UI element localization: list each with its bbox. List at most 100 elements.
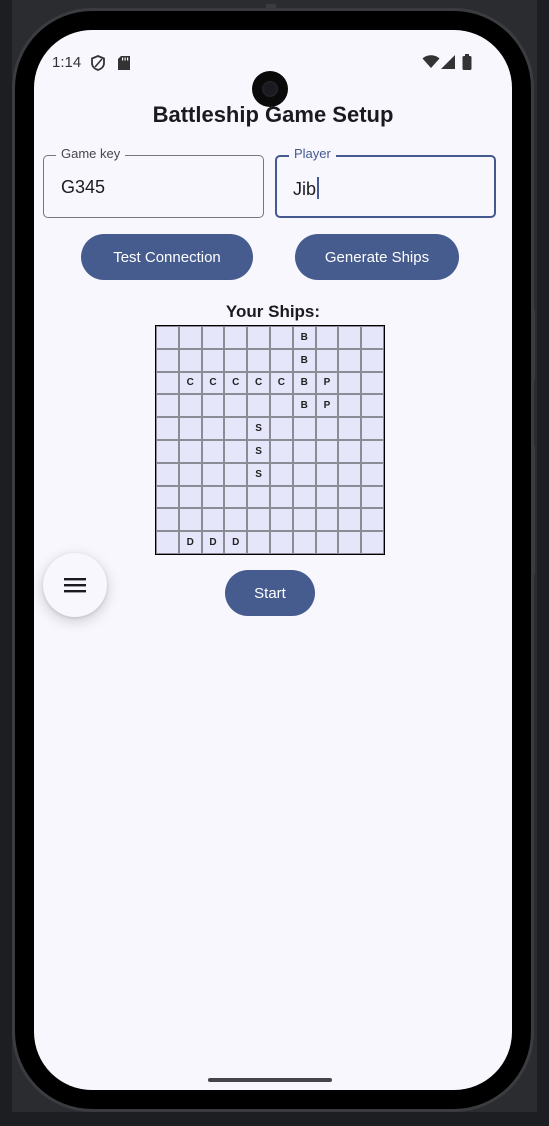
- grid-cell: [224, 508, 248, 532]
- grid-cell: [338, 531, 362, 554]
- grid-cell: [361, 348, 384, 372]
- grid-cell: S: [247, 462, 270, 486]
- grid-cell: C: [224, 371, 248, 395]
- grid-cell: [361, 462, 384, 486]
- home-indicator[interactable]: [208, 1078, 332, 1082]
- grid-cell: C: [269, 371, 293, 395]
- grid-cell: [269, 439, 293, 463]
- grid-cell: [178, 508, 202, 532]
- grid-cell: [224, 326, 248, 349]
- grid-cell: B: [292, 371, 316, 395]
- grid-cell: [338, 462, 362, 486]
- grid-cell: [315, 326, 339, 349]
- grid-cell: [247, 531, 270, 554]
- grid-cell: [178, 462, 202, 486]
- grid-cell: [315, 439, 339, 463]
- grid-cell: D: [178, 531, 202, 554]
- wifi-icon: [422, 55, 440, 68]
- grid-cell: [292, 485, 316, 509]
- game-key-label: Game key: [56, 146, 126, 161]
- right-edge: [537, 0, 549, 1126]
- grid-cell: [361, 531, 384, 554]
- grid-cell: [201, 348, 225, 372]
- game-key-value[interactable]: G345: [61, 177, 105, 198]
- grid-cell: [292, 508, 316, 532]
- grid-cell: [269, 531, 293, 554]
- grid-cell: [269, 485, 293, 509]
- ship-grid: BBCCCCCBPBPSSSDDD: [155, 325, 385, 555]
- grid-cell: [156, 371, 179, 395]
- grid-cell: [201, 485, 225, 509]
- grid-cell: [201, 394, 225, 418]
- player-field[interactable]: Player Jib: [275, 146, 496, 218]
- grid-cell: [201, 462, 225, 486]
- grid-cell: [178, 439, 202, 463]
- player-value-wrap[interactable]: Jib: [293, 177, 320, 200]
- app-screen: 1:14 Battleship Game Setup Game key G345…: [34, 30, 512, 1090]
- status-time: 1:14: [52, 54, 82, 71]
- menu-fab[interactable]: [43, 553, 107, 617]
- grid-cell: [315, 348, 339, 372]
- grid-cell: [315, 531, 339, 554]
- grid-cell: [224, 394, 248, 418]
- menu-icon: [64, 578, 86, 593]
- grid-cell: B: [292, 394, 316, 418]
- player-value: Jib: [293, 179, 317, 199]
- grid-cell: [178, 326, 202, 349]
- grid-cell: [178, 348, 202, 372]
- grid-cell: [178, 485, 202, 509]
- grid-cell: [315, 508, 339, 532]
- grid-cell: [361, 508, 384, 532]
- grid-cell: [338, 326, 362, 349]
- grid-cell: [201, 439, 225, 463]
- start-button[interactable]: Start: [225, 570, 315, 616]
- phone-frame: 1:14 Battleship Game Setup Game key G345…: [12, 8, 534, 1112]
- grid-cell: [269, 394, 293, 418]
- grid-cell: [247, 348, 270, 372]
- grid-cell: C: [201, 371, 225, 395]
- grid-cell: [361, 326, 384, 349]
- test-connection-button[interactable]: Test Connection: [81, 234, 253, 280]
- grid-cell: C: [247, 371, 270, 395]
- grid-cell: B: [292, 348, 316, 372]
- grid-cell: [156, 531, 179, 554]
- grid-cell: D: [224, 531, 248, 554]
- grid-cell: [247, 394, 270, 418]
- status-bar: 1:14: [34, 50, 512, 107]
- grid-cell: [338, 439, 362, 463]
- phone-bezel: 1:14 Battleship Game Setup Game key G345…: [15, 11, 531, 1109]
- grid-cell: [156, 326, 179, 349]
- grid-cell: [269, 348, 293, 372]
- grid-cell: [338, 508, 362, 532]
- grid-cell: [224, 462, 248, 486]
- grid-cell: B: [292, 326, 316, 349]
- game-key-field[interactable]: Game key G345: [43, 146, 264, 218]
- grid-cell: [156, 417, 179, 440]
- grid-cell: S: [247, 439, 270, 463]
- grid-cell: [315, 417, 339, 440]
- grid-cell: [292, 531, 316, 554]
- grid-cell: [224, 439, 248, 463]
- grid-cell: [156, 348, 179, 372]
- grid-cell: [338, 485, 362, 509]
- battery-icon: [462, 54, 472, 70]
- grid-cell: [292, 417, 316, 440]
- grid-cell: [361, 394, 384, 418]
- grid-cell: [247, 485, 270, 509]
- generate-ships-button[interactable]: Generate Ships: [295, 234, 459, 280]
- grid-cell: [315, 462, 339, 486]
- signal-icon: [441, 55, 455, 69]
- grid-cell: [224, 348, 248, 372]
- grid-cell: [178, 394, 202, 418]
- grid-cell: [201, 417, 225, 440]
- grid-cell: [361, 485, 384, 509]
- grid-cell: [156, 508, 179, 532]
- grid-cell: [338, 371, 362, 395]
- bottom-edge: [0, 1112, 549, 1126]
- grid-cell: P: [315, 394, 339, 418]
- grid-cell: [156, 485, 179, 509]
- grid-cell: [247, 326, 270, 349]
- grid-cell: [338, 394, 362, 418]
- grid-cell: [269, 462, 293, 486]
- grid-cell: [315, 485, 339, 509]
